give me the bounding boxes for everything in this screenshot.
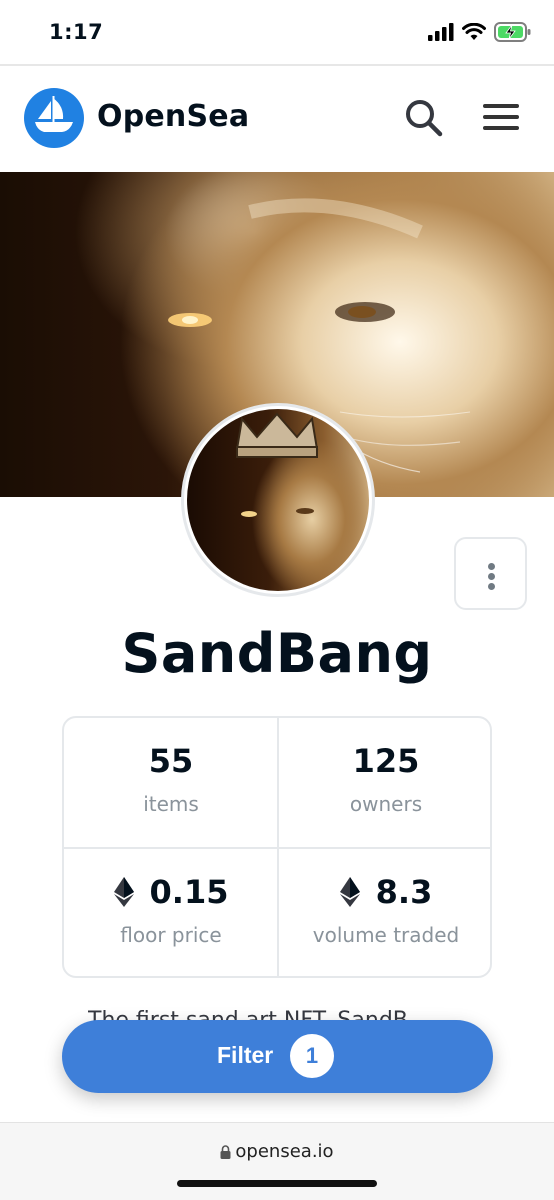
stats-grid: 55 items 125 owners 0.15 floor price 8.3… [62, 716, 492, 978]
vertical-dots-icon [488, 583, 495, 590]
vertical-dots-icon [488, 563, 495, 570]
ethereum-icon [339, 877, 360, 907]
stat-label: owners [349, 792, 423, 816]
collection-avatar [181, 403, 375, 597]
status-time: 1:17 [49, 20, 104, 44]
search-button[interactable] [402, 96, 446, 140]
stat-value-text: 55 [148, 742, 194, 780]
vertical-dots-icon [488, 573, 495, 580]
stat-label: volume traded [312, 923, 460, 947]
stat-value-text: 125 [352, 742, 420, 780]
stat-items[interactable]: 55 items [64, 718, 278, 848]
status-bar: 1:17 [0, 0, 554, 66]
browser-address-bar[interactable]: opensea.io [0, 1122, 554, 1200]
hamburger-menu-icon [483, 115, 519, 119]
stat-owners[interactable]: 125 owners [279, 718, 490, 848]
stat-value-text: 8.3 [375, 873, 433, 911]
opensea-logo[interactable] [24, 88, 84, 148]
page: 1:17 OpenSea SandBang 55 items 125 owner… [0, 0, 554, 1200]
menu-button[interactable] [480, 102, 522, 134]
stat-floor-price[interactable]: 0.15 floor price [64, 849, 278, 976]
avatar-image [187, 409, 369, 591]
site-header: OpenSea [0, 66, 554, 172]
search-icon [406, 100, 443, 137]
stat-label: items [143, 792, 199, 816]
collection-name: SandBang [121, 622, 433, 685]
home-indicator[interactable] [177, 1180, 377, 1187]
stat-label: floor price [120, 923, 222, 947]
url-text: opensea.io [235, 1141, 334, 1162]
signal-bars-icon [428, 23, 454, 41]
url-display[interactable]: opensea.io [0, 1141, 554, 1162]
stat-value: 8.3 [279, 873, 490, 911]
status-icons [428, 22, 532, 42]
filter-button[interactable]: Filter 1 [62, 1020, 493, 1093]
wifi-icon [462, 23, 486, 40]
hamburger-menu-icon [483, 104, 519, 108]
stat-value: 125 [279, 742, 490, 780]
stats-divider-horizontal [64, 847, 490, 849]
stat-value: 55 [64, 742, 278, 780]
lock-icon [220, 1145, 231, 1159]
opensea-boat-icon [35, 96, 73, 132]
brand-name[interactable]: OpenSea [97, 99, 249, 134]
hamburger-menu-icon [483, 126, 519, 130]
filter-label: Filter [217, 1042, 274, 1068]
filter-count-badge: 1 [290, 1034, 334, 1078]
battery-charging-icon [494, 22, 531, 42]
crown-icon [235, 412, 319, 517]
stat-value: 0.15 [64, 873, 278, 911]
more-options-button[interactable] [454, 537, 527, 610]
ethereum-icon [113, 877, 134, 907]
stat-value-text: 0.15 [149, 873, 229, 911]
stat-volume-traded[interactable]: 8.3 volume traded [279, 849, 490, 976]
